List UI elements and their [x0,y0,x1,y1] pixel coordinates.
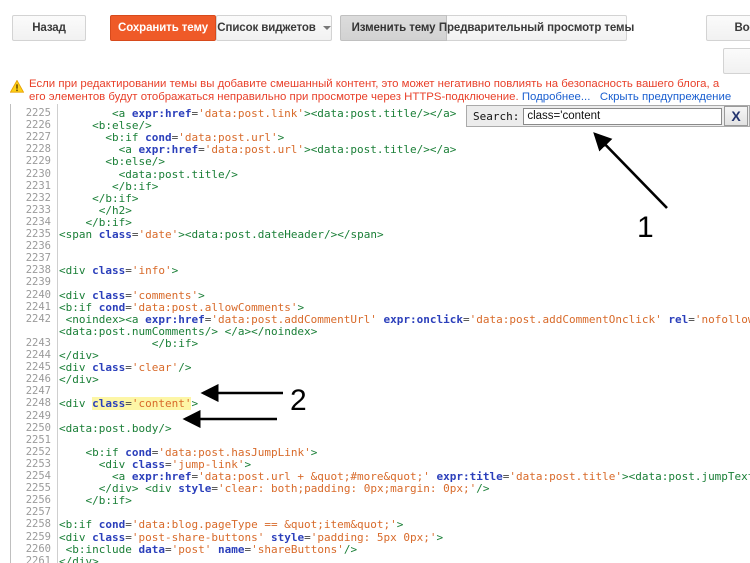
code-line-2260[interactable]: <b:include data='post' name='shareButton… [59,543,357,556]
code-line-2244[interactable]: </div> [59,349,99,362]
line-number-2252: 2252 [25,445,51,458]
line-number-2247: 2247 [25,385,51,398]
code-line-2246[interactable]: </div> [59,373,99,386]
code-line-2231[interactable]: </b:if> [59,180,158,193]
code-line-2234[interactable]: </b:if> [59,216,132,229]
code-line-2259[interactable]: <div class='post-share-buttons' style='p… [59,531,443,544]
line-number-2239: 2239 [25,276,51,289]
line-number-2253: 2253 [25,457,51,470]
widget-list-dropdown[interactable]: Список виджетов [216,15,332,41]
back-button[interactable]: Назад [12,15,86,41]
line-number-2235: 2235 [25,228,51,240]
code-line-2248[interactable]: <div class='content'> [59,397,198,411]
line-number-2225: 2225 [25,107,51,119]
top-toolbar: Назад Сохранить тему Список виджетов Изм… [0,0,750,74]
line-number-2261: 2261 [25,554,51,563]
line-number-2228: 2228 [25,143,51,156]
code-line-2258[interactable]: <b:if cond='data:blog.pageType == &quot;… [59,518,403,531]
line-number-2233: 2233 [25,203,51,216]
line-number-2255: 2255 [25,482,51,495]
line-number-2226: 2226 [25,119,51,132]
line-number-2240: 2240 [25,288,51,301]
line-number-2241: 2241 [25,300,51,313]
code-line-2243[interactable]: </b:if> [59,337,198,350]
line-number-gutter: 2225 2226 2227 2228 2229 2230 2231 2232 2233 2234… [11,104,58,563]
code-content-area[interactable]: <a expr:href='data:post.link'><data:post… [59,104,750,563]
warning-line-2-text: его элементов будут отображаться неправи… [29,91,522,103]
code-line-2232[interactable]: </b:if> [59,192,138,205]
search-label: Search: [473,109,520,123]
code-line-2233[interactable]: </h2> [59,204,132,217]
widget-list-label: Список виджетов [217,22,316,34]
line-number-2245: 2245 [25,361,51,374]
line-number-2258: 2258 [25,518,51,531]
line-number-2250: 2250 [25,421,51,434]
theme-html-editor[interactable]: 2225 2226 2227 2228 2229 2230 2231 2232 2233 2234… [10,104,750,563]
warning-link-gap [590,91,600,103]
annotation-number-1: 1 [637,211,654,244]
edit-theme-button[interactable]: Изменить тему [340,15,447,41]
line-number-2246: 2246 [25,373,51,386]
line-number-2256: 2256 [25,494,51,507]
line-number-2242: 2242 [25,312,51,325]
code-line-2254[interactable]: <a expr:href='data:post.url + &quot;#mor… [59,470,750,483]
chevron-down-icon [322,26,331,30]
code-line-2235[interactable]: <span class='date'><data:post.dateHeader… [59,228,384,241]
preview-theme-button[interactable]: Предварительный просмотр темы [439,15,634,41]
close-search-button[interactable]: X [724,106,748,126]
line-number-2260: 2260 [25,542,51,555]
code-line-2226[interactable]: <b:else/> [59,119,152,132]
warning-triangle-icon [10,80,24,93]
line-number-2244: 2244 [25,349,51,361]
code-line-2228[interactable]: <a expr:href='data:post.url'><data:post.… [59,143,457,156]
code-line-2238[interactable]: <div class='info'> [59,264,178,277]
code-line-2227[interactable]: <b:if cond='data:post.url'> [59,131,284,144]
line-number-2257: 2257 [25,506,51,519]
restore-button[interactable]: Восст [706,15,750,41]
code-line-2253[interactable]: <div class='jump-link'> [59,458,251,471]
warning-dismiss-link[interactable]: Скрыть предупреждение [600,91,731,103]
line-number-2254: 2254 [25,470,51,482]
line-number-2249: 2249 [25,409,51,422]
code-line-2225[interactable]: <a expr:href='data:post.link'><data:post… [59,107,456,120]
line-number-2232: 2232 [25,191,51,204]
line-number-2243: 2243 [25,336,51,349]
line-number-2248: 2248 [25,397,51,410]
search-input[interactable] [523,107,722,125]
code-line-wrap[interactable]: <data:post.numComments/> </a></noindex> [59,325,317,338]
line-number-2230: 2230 [25,167,51,180]
code-line-2250[interactable]: <data:post.body/> [59,422,172,435]
search-bar[interactable]: Search: X [466,105,750,127]
code-line-2245[interactable]: <div class='clear'/> [59,361,191,374]
code-line-2242[interactable]: <noindex><a expr:href='data:post.addComm… [59,313,750,326]
code-line-2252[interactable]: <b:if cond='data:post.hasJumpLink'> [59,446,318,459]
line-number-2251: 2251 [25,433,51,446]
annotation-number-2: 2 [290,384,307,417]
line-number-2231: 2231 [25,179,51,192]
line-number-2259: 2259 [25,530,51,543]
code-line-2230[interactable]: <data:post.title/> [59,168,238,181]
warning-line-2: его элементов будут отображаться неправи… [29,91,750,105]
line-number-2234: 2234 [25,215,51,228]
format-button[interactable]: Фо [723,48,750,74]
theme-editor-page: Назад Сохранить тему Список виджетов Изм… [0,0,750,563]
warning-line-1: Если при редактировании темы вы добавите… [29,78,720,90]
code-line-2241[interactable]: <b:if cond='data:post.allowComments'> [59,301,304,314]
line-number-2227: 2227 [25,131,51,144]
mixed-content-warning: Если при редактировании темы вы добавите… [8,78,750,106]
code-line-2261[interactable]: </div> [59,555,99,563]
code-line-2255[interactable]: </div> <div style='clear: both;padding: … [59,482,490,495]
save-theme-button[interactable]: Сохранить тему [110,15,216,41]
warning-more-link[interactable]: Подробнее... [522,91,591,103]
line-number-2229: 2229 [25,155,51,168]
code-line-2256[interactable]: </b:if> [59,494,132,507]
line-number-2236: 2236 [25,240,51,253]
code-line-2229[interactable]: <b:else/> [59,155,165,168]
code-line-2240[interactable]: <div class='comments'> [59,289,205,302]
line-number-2238: 2238 [25,264,51,277]
line-number-2237: 2237 [25,252,51,265]
